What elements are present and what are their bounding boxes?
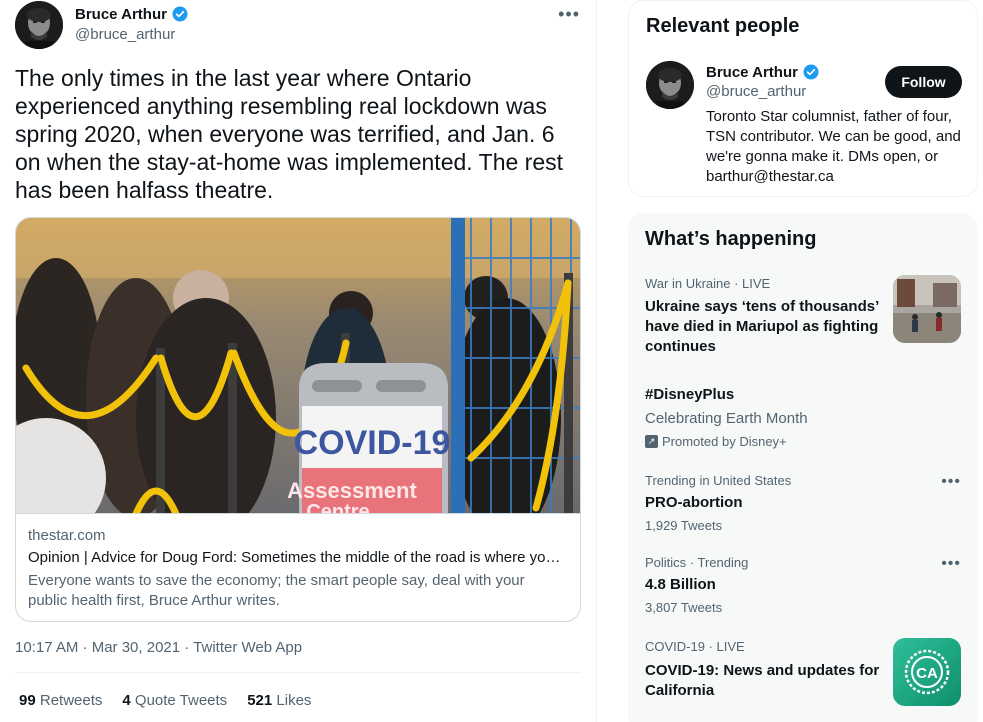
sign-line2: Assessment [287, 478, 417, 503]
tweet-text: The only times in the last year where On… [15, 65, 564, 203]
likes-label: Likes [276, 692, 312, 709]
sign-line3: Centre [306, 501, 369, 514]
relevant-person-name-text: Bruce Arthur [706, 63, 798, 81]
tweet-detail: Bruce Arthur @bruce_arthur ••• The only … [0, 0, 597, 722]
promoted-label: ↗ Promoted by Disney+ [645, 434, 965, 449]
trend-meta: Politics · Trending [645, 555, 749, 570]
trend-meta: COVID-19 · LIVE [645, 639, 745, 654]
covid-ca-thumbnail: CA [893, 638, 961, 706]
author-avatar[interactable] [15, 1, 63, 49]
author-name-text: Bruce Arthur [75, 5, 167, 23]
verified-badge-icon [803, 64, 819, 80]
card-image: COVID-19 Assessment Centre [16, 218, 580, 514]
trend-title: COVID-19: News and updates for Californi… [645, 662, 880, 699]
trend-title: 4.8 Billion [645, 576, 716, 593]
trend-meta: Trending in United States [645, 473, 792, 488]
author-name[interactable]: Bruce Arthur [75, 5, 189, 23]
promoted-trend-item[interactable]: #DisneyPlus Celebrating Earth Month ↗ Pr… [645, 385, 965, 449]
card-domain: thestar.com [28, 527, 106, 544]
trend-more-icon[interactable]: ••• [941, 555, 961, 573]
relevant-person-avatar[interactable] [646, 61, 694, 109]
promoted-icon: ↗ [645, 435, 658, 448]
quotes-count: 4 [122, 692, 131, 709]
likes-count: 521 [247, 692, 273, 709]
tweet-stats: 99 Retweets 4 Quote Tweets 521 Likes [19, 692, 311, 709]
relevant-person-bio: Toronto Star columnist, father of four, … [706, 108, 961, 185]
trend-item[interactable]: Trending in United States PRO-abortion 1… [645, 473, 965, 534]
trend-meta: War in Ukraine · LIVE [645, 276, 771, 291]
trend-tweet-count: 3,807 Tweets [645, 600, 723, 615]
card-title: Opinion | Advice for Doug Ford: Sometime… [28, 549, 568, 566]
verified-badge-icon [172, 6, 188, 22]
sign-line1: COVID-19 [294, 424, 451, 462]
trend-title: #DisneyPlus [645, 386, 735, 403]
trend-more-icon[interactable]: ••• [941, 473, 961, 491]
retweets-count: 99 [19, 692, 36, 709]
whats-happening-panel: What’s happening War in Ukraine · LIVE U… [628, 213, 978, 722]
trend-item[interactable]: COVID-19 · LIVE COVID-19: News and updat… [645, 639, 885, 701]
trend-thumbnail [893, 275, 961, 343]
trend-subtitle: Celebrating Earth Month [645, 410, 808, 427]
author-handle[interactable]: @bruce_arthur [75, 26, 175, 43]
trend-item[interactable]: Politics · Trending 4.8 Billion 3,807 Tw… [645, 555, 965, 616]
retweets-stat[interactable]: 99 Retweets [19, 692, 102, 709]
tweet-timestamp[interactable]: 10:17 AM · Mar 30, 2021 · Twitter Web Ap… [15, 639, 302, 656]
trend-title: PRO-abortion [645, 494, 743, 511]
whats-happening-title: What’s happening [645, 228, 817, 250]
quotes-label: Quote Tweets [134, 692, 228, 709]
thumb-label: CA [916, 665, 938, 682]
relevant-person-name[interactable]: Bruce Arthur [706, 63, 820, 81]
promoted-text: Promoted by Disney+ [662, 434, 787, 449]
card-description: Everyone wants to save the economy; the … [28, 572, 525, 609]
likes-stat[interactable]: 521 Likes [247, 692, 311, 709]
more-options-icon[interactable]: ••• [558, 4, 580, 25]
trend-title: Ukraine says ‘tens of thousands’ have di… [645, 298, 879, 355]
trend-tweet-count: 1,929 Tweets [645, 518, 723, 533]
link-card[interactable]: COVID-19 Assessment Centre thestar.com O… [15, 217, 581, 622]
relevant-people-title: Relevant people [646, 15, 800, 37]
divider [15, 672, 581, 673]
trend-item[interactable]: War in Ukraine · LIVE Ukraine says ‘tens… [645, 276, 880, 357]
relevant-person-handle[interactable]: @bruce_arthur [706, 83, 806, 100]
follow-button[interactable]: Follow [885, 66, 962, 98]
quote-tweets-stat[interactable]: 4 Quote Tweets [122, 692, 227, 709]
relevant-people-panel: Relevant people Bruce Arthur @bruce_arth… [628, 0, 978, 197]
retweets-label: Retweets [39, 692, 103, 709]
